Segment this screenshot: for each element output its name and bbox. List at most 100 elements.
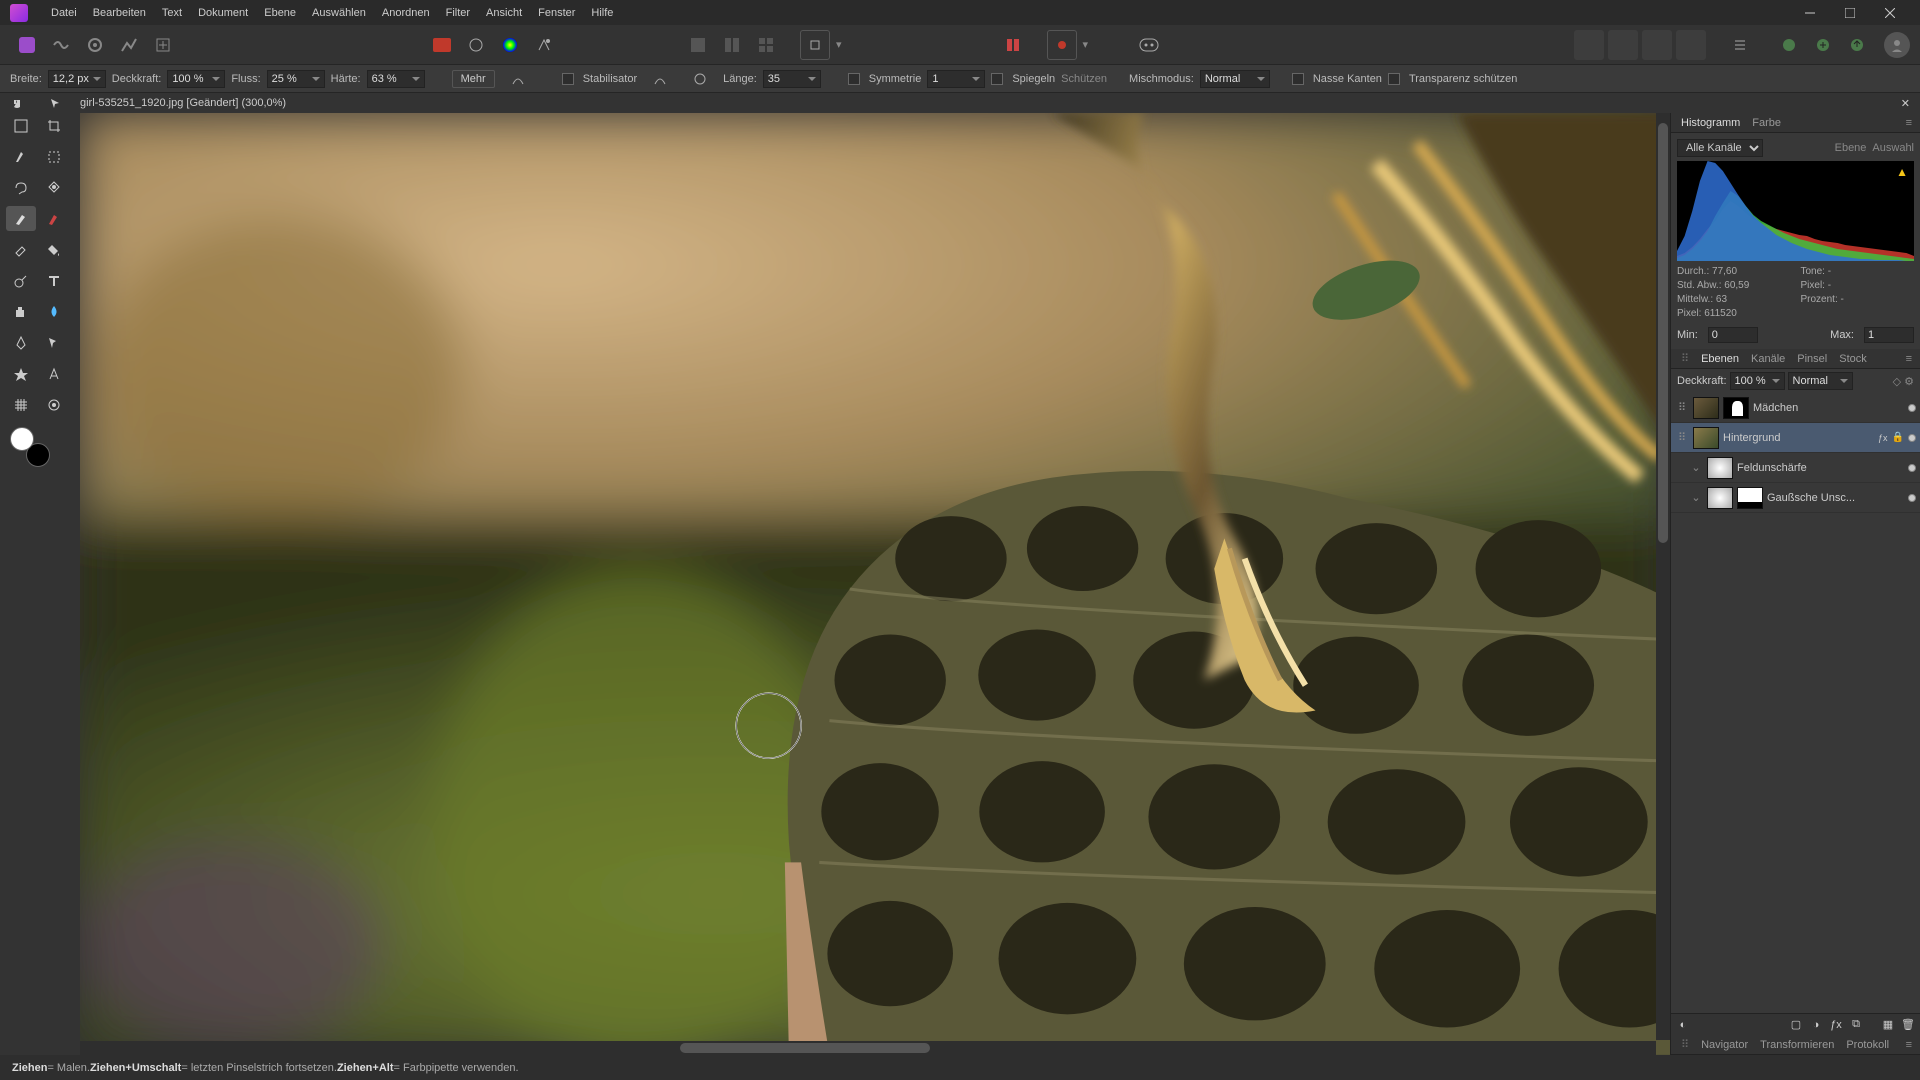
menu-filter[interactable]: Filter	[438, 7, 478, 19]
flood-select-tool[interactable]	[39, 175, 69, 200]
align-4-icon[interactable]	[1676, 30, 1706, 60]
add-adjustment-icon[interactable]: ◑	[1808, 1017, 1824, 1033]
layer-gear-icon[interactable]: ⚙	[1904, 375, 1914, 388]
layer-item-maedchen[interactable]: ⠿ Mädchen	[1671, 393, 1920, 423]
align-3-icon[interactable]	[1642, 30, 1672, 60]
layer-thumb[interactable]	[1707, 457, 1733, 479]
persona-tone-icon[interactable]	[114, 30, 144, 60]
window-minimize[interactable]	[1790, 0, 1830, 25]
tab-channels[interactable]: Kanäle	[1745, 351, 1791, 367]
symmetry-input[interactable]: 1	[927, 70, 985, 88]
tab-color[interactable]: Farbe	[1746, 115, 1787, 131]
align-1-icon[interactable]	[1574, 30, 1604, 60]
layer-fx-badge[interactable]: ƒx	[1878, 433, 1888, 443]
menu-layer[interactable]: Ebene	[256, 7, 304, 19]
length-input[interactable]: 35	[763, 70, 821, 88]
menu-help[interactable]: Hilfe	[583, 7, 621, 19]
spot-icon[interactable]	[461, 30, 491, 60]
horizontal-scrollbar[interactable]	[80, 1041, 1656, 1055]
crop-toggle-icon[interactable]	[998, 30, 1028, 60]
arrange-icon[interactable]	[1725, 30, 1755, 60]
dodge-tool[interactable]	[6, 268, 36, 293]
menu-edit[interactable]: Bearbeiten	[85, 7, 154, 19]
document-title[interactable]: girl-535251_1920.jpg [Geändert] (300,0%)	[80, 97, 286, 109]
menu-file[interactable]: Datei	[43, 7, 85, 19]
layer-mask-thumb[interactable]	[1737, 487, 1763, 509]
more-button[interactable]: Mehr	[452, 70, 495, 88]
layer-thumb[interactable]	[1707, 487, 1733, 509]
layer-blend-select[interactable]: Normal	[1788, 372, 1853, 390]
max-input[interactable]	[1864, 327, 1914, 343]
stabilizer-checkbox[interactable]	[562, 73, 574, 85]
menu-arrange[interactable]: Anordnen	[374, 7, 438, 19]
wet-edges-checkbox[interactable]	[1292, 73, 1304, 85]
delete-layer-icon[interactable]: 🗑	[1900, 1017, 1916, 1033]
blendmode-select[interactable]: Normal	[1200, 70, 1270, 88]
view-tool[interactable]	[6, 113, 36, 138]
target-icon[interactable]	[800, 30, 830, 60]
mirror-checkbox[interactable]	[991, 73, 1003, 85]
mesh-tool[interactable]	[6, 392, 36, 417]
layer-link-icon[interactable]: ⠿	[1675, 431, 1689, 444]
fill-tool[interactable]	[39, 237, 69, 262]
layer-expand-icon[interactable]: ⌄	[1689, 461, 1703, 474]
channels-select[interactable]: Alle Kanäle	[1677, 139, 1763, 157]
node-tool[interactable]	[39, 330, 69, 355]
layer-visibility-toggle[interactable]	[1908, 494, 1916, 502]
layer-opacity-input[interactable]: 100 %	[1730, 372, 1785, 390]
color-picker-icon[interactable]	[427, 30, 457, 60]
layer-fx-icon[interactable]: ◇	[1893, 375, 1901, 388]
persona-liquify-icon[interactable]	[46, 30, 76, 60]
layer-toggle[interactable]: Ebene	[1835, 142, 1867, 154]
add-mask-icon[interactable]: ▢	[1788, 1017, 1804, 1033]
layer-lock-icon[interactable]: 🔒	[1892, 432, 1904, 443]
canvas-area[interactable]	[80, 113, 1670, 1055]
layer-item-feldunschaerfe[interactable]: ⌄ Feldunschärfe	[1671, 453, 1920, 483]
snapping-icon[interactable]	[1047, 30, 1077, 60]
paint-brush-tool[interactable]	[6, 206, 36, 231]
rope-icon[interactable]	[645, 64, 675, 94]
vertical-scrollbar[interactable]	[1656, 113, 1670, 1040]
chevron-down-icon[interactable]: ▾	[832, 38, 846, 51]
window-maximize[interactable]	[1830, 0, 1870, 25]
window-close[interactable]	[1870, 0, 1910, 25]
flow-input[interactable]: 25 %	[267, 70, 325, 88]
layer-expand-icon[interactable]: ⌄	[1689, 491, 1703, 504]
tab-histogram[interactable]: Histogramm	[1675, 115, 1746, 131]
selection-brush-tool[interactable]	[6, 144, 36, 169]
add-layer-icon[interactable]: ▦	[1880, 1017, 1896, 1033]
menu-view[interactable]: Ansicht	[478, 7, 530, 19]
width-input[interactable]: 12,2 px	[48, 70, 106, 88]
color-wheel-icon[interactable]	[495, 30, 525, 60]
menu-select[interactable]: Auswählen	[304, 7, 374, 19]
chevron-down-icon[interactable]: ▾	[1079, 38, 1093, 51]
mask-mode-icon[interactable]: ◐	[1675, 1017, 1691, 1033]
layer-item-hintergrund[interactable]: ⠿ Hintergrund ƒx 🔒	[1671, 423, 1920, 453]
document-canvas[interactable]	[80, 113, 1670, 1055]
tab-layers[interactable]: Ebenen	[1695, 351, 1745, 367]
crop-tool[interactable]	[39, 113, 69, 138]
menu-document[interactable]: Dokument	[190, 7, 256, 19]
pen-tool[interactable]	[6, 330, 36, 355]
artistic-text-tool[interactable]	[39, 361, 69, 386]
layer-list[interactable]: ⠿ Mädchen ⠿ Hintergrund ƒx 🔒 ⌄	[1671, 393, 1920, 1013]
foreground-color[interactable]	[10, 427, 34, 451]
selection-toggle[interactable]: Auswahl	[1872, 142, 1914, 154]
erase-tool[interactable]	[6, 237, 36, 262]
menu-window[interactable]: Fenster	[530, 7, 583, 19]
marquee-tool[interactable]	[39, 144, 69, 169]
menu-text[interactable]: Text	[154, 7, 190, 19]
layer-visibility-toggle[interactable]	[1908, 464, 1916, 472]
protect-alpha-checkbox[interactable]	[1388, 73, 1400, 85]
cloud-1-icon[interactable]	[1774, 30, 1804, 60]
add-fx-icon[interactable]: ƒx	[1828, 1017, 1844, 1033]
layer-name[interactable]: Gaußsche Unsc...	[1767, 492, 1904, 504]
pressure-icon[interactable]	[503, 64, 533, 94]
min-input[interactable]	[1708, 327, 1758, 343]
blur-tool[interactable]	[39, 299, 69, 324]
persona-develop-icon[interactable]	[80, 30, 110, 60]
layer-name[interactable]: Mädchen	[1753, 402, 1904, 414]
layer-mask-thumb[interactable]	[1723, 397, 1749, 419]
layer-name[interactable]: Hintergrund	[1723, 432, 1874, 444]
cloud-2-icon[interactable]	[1808, 30, 1838, 60]
